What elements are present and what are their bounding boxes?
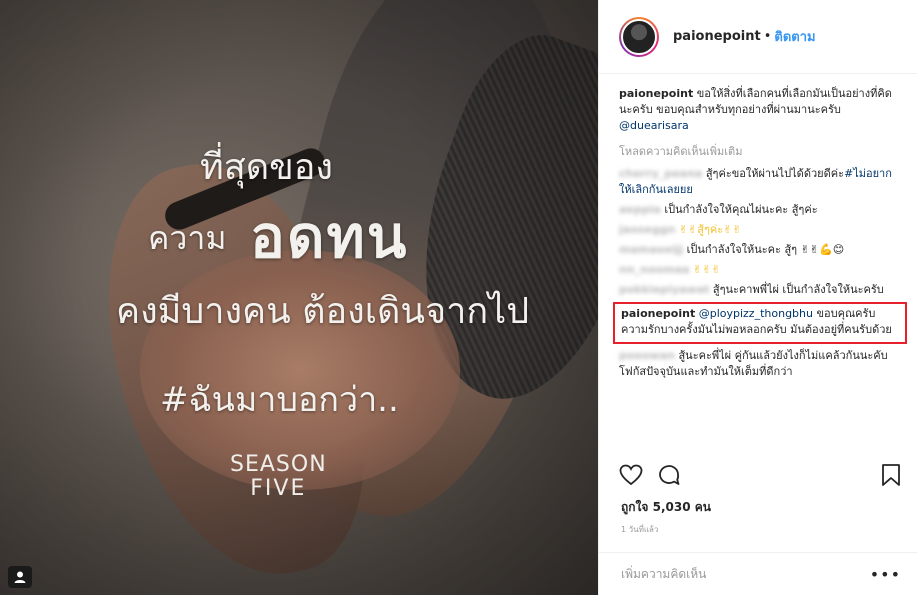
comment-username[interactable]: nn_noomaa — [619, 263, 689, 276]
comment-text: ✌✌สู้ๆค่ะ✌✌ — [678, 223, 742, 236]
comment-text: ✌✌✌ — [692, 263, 721, 276]
comment-text: เป็นกำลังใจให้นะคะ สู้ๆ ✌✌💪😊 — [686, 243, 845, 256]
comment-text: สู้ๆค่ะขอให้ผ่านไปได้ด้วยดีค่ะ — [705, 167, 844, 180]
post-header: paionepoint • ติดตาม — [599, 0, 917, 74]
comment-username[interactable]: pokkiepiyawat — [619, 283, 709, 296]
photo-text-line2b: อดทน — [250, 203, 409, 271]
comment-text: เป็นกำลังใจให้คุณไผ่นะคะ สู้ๆค่ะ — [664, 203, 818, 216]
post-timestamp[interactable]: 1 วันที่แล้ว — [621, 523, 658, 536]
season-five-logo: SEASON FIVE — [230, 454, 327, 500]
caption-mention[interactable]: @duearisara — [619, 119, 689, 132]
comment-item: jaoseggn ✌✌สู้ๆค่ะ✌✌ — [619, 222, 901, 238]
comment-username[interactable]: jaoseggn — [619, 223, 675, 236]
caption-username[interactable]: paionepoint — [619, 87, 693, 100]
follow-button[interactable]: ติดตาม — [774, 26, 815, 47]
bookmark-icon[interactable] — [881, 463, 901, 490]
post-sidebar: paionepoint • ติดตาม paionepoint ขอให้สิ… — [598, 0, 917, 595]
add-comment-input[interactable]: เพิ่มความคิดเห็น — [621, 565, 870, 584]
header-username[interactable]: paionepoint — [673, 29, 761, 44]
comment-username[interactable]: cherry_peana — [619, 167, 702, 180]
comments-list: paionepoint ขอให้สิ่งที่เลือกคนที่เลือกม… — [599, 74, 917, 449]
comment-mention[interactable]: @ploypizz_thongbhu — [699, 307, 813, 320]
load-more-comments-link[interactable]: โหลดความคิดเห็นเพิ่มเติม — [619, 142, 901, 160]
photo-text-line3: คงมีบางคน ต้องเดินจากไป — [116, 291, 530, 332]
photo-text-line1: ที่สุดของ — [200, 147, 333, 188]
comment-item: aeppia เป็นกำลังใจให้คุณไผ่นะคะ สู้ๆค่ะ — [619, 202, 901, 218]
avatar[interactable] — [619, 16, 659, 57]
action-bar — [619, 462, 901, 490]
add-comment-bar: เพิ่มความคิดเห็น ••• — [599, 552, 917, 595]
instagram-post: ที่สุดของ ความ อดทน คงมีบางคน ต้องเดินจา… — [0, 0, 917, 595]
comment-item: mamaoeijj เป็นกำลังใจให้นะคะ สู้ๆ ✌✌💪😊 — [619, 242, 901, 258]
like-count[interactable]: ถูกใจ 5,030 คน — [621, 498, 711, 517]
post-photo[interactable]: ที่สุดของ ความ อดทน คงมีบางคน ต้องเดินจา… — [0, 0, 598, 595]
header-separator: • — [763, 29, 772, 44]
more-options-icon[interactable]: ••• — [870, 565, 901, 584]
comment-username[interactable]: pooowan — [619, 349, 675, 362]
comment-username[interactable]: paionepoint — [621, 307, 695, 320]
tagged-user-icon[interactable] — [8, 566, 32, 588]
caption: paionepoint ขอให้สิ่งที่เลือกคนที่เลือกม… — [619, 86, 901, 134]
brand-line2: FIVE — [250, 476, 307, 501]
heart-icon[interactable] — [619, 464, 643, 489]
photo-text-line2a: ความ — [148, 219, 227, 257]
comment-username[interactable]: mamaoeijj — [619, 243, 683, 256]
highlighted-reply: paionepoint @ploypizz_thongbhu ขอบคุณครั… — [613, 302, 907, 344]
avatar-image — [621, 18, 657, 55]
photo-text-line4: #ฉันมาบอกว่า.. — [160, 380, 399, 420]
comment-item: nn_noomaa ✌✌✌ — [619, 262, 901, 278]
brand-line1: SEASON — [230, 452, 327, 477]
comment-username[interactable]: aeppia — [619, 203, 661, 216]
comment-item: cherry_peana สู้ๆค่ะขอให้ผ่านไปได้ด้วยดี… — [619, 166, 901, 198]
comment-text: สู้ๆนะคาพพี่ไผ่ เป็นกำลังใจให้นะครับ — [712, 283, 884, 296]
comment-icon[interactable] — [657, 463, 681, 490]
comment-item: pokkiepiyawat สู้ๆนะคาพพี่ไผ่ เป็นกำลังใ… — [619, 282, 901, 298]
comment-item: pooowan สู้นะคะพี่ไผ่ คู่กันแล้วยังไงก็ไ… — [619, 348, 901, 380]
